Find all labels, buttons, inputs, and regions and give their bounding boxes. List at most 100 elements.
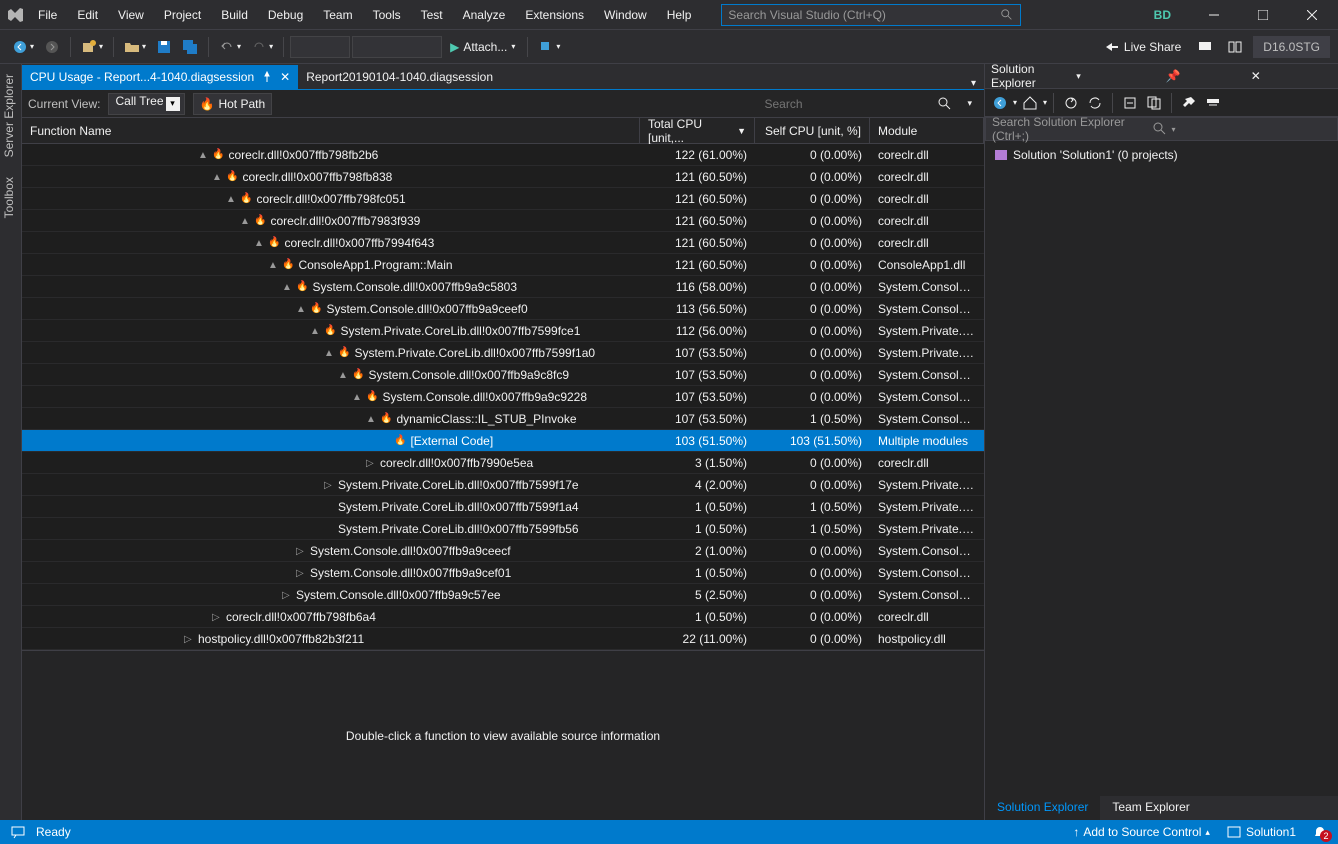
header-self-cpu[interactable]: Self CPU [unit, %]	[755, 118, 870, 143]
add-source-control-button[interactable]: ↑ Add to Source Control ▴	[1073, 825, 1210, 839]
feedback-button[interactable]	[1193, 35, 1217, 59]
feedback-icon[interactable]	[10, 824, 26, 840]
tab-team-explorer[interactable]: Team Explorer	[1100, 796, 1201, 820]
expand-icon[interactable]: ▷	[296, 568, 306, 578]
header-total-cpu[interactable]: Total CPU [unit,...▼	[640, 118, 755, 143]
view-selector[interactable]: Call Tree ▾	[108, 93, 184, 115]
notifications-button[interactable]: 2	[1312, 824, 1328, 840]
open-file-button[interactable]: ▾	[120, 35, 150, 59]
call-tree-row[interactable]: System.Private.CoreLib.dll!0x007ffb7599f…	[22, 518, 984, 540]
collapse-icon[interactable]: ▲	[324, 348, 334, 358]
user-badge[interactable]: BD	[1138, 8, 1187, 22]
tab-cpu-usage[interactable]: CPU Usage - Report...4-1040.diagsession …	[22, 65, 298, 89]
minimize-button[interactable]	[1191, 1, 1236, 29]
side-tab-toolbox[interactable]: Toolbox	[0, 167, 21, 228]
menu-test[interactable]: Test	[411, 4, 453, 26]
call-tree-row[interactable]: ▷System.Console.dll!0x007ffb9a9ceecf2 (1…	[22, 540, 984, 562]
call-tree-row[interactable]: ▷System.Console.dll!0x007ffb9a9c57ee5 (2…	[22, 584, 984, 606]
platform-dropdown[interactable]	[352, 36, 442, 58]
call-tree-row[interactable]: ▷coreclr.dll!0x007ffb7990e5ea3 (1.50%)0 …	[22, 452, 984, 474]
call-tree-row[interactable]: ▷System.Console.dll!0x007ffb9a9cef011 (0…	[22, 562, 984, 584]
tab-report[interactable]: Report20190104-1040.diagsession	[298, 65, 501, 89]
forward-button[interactable]	[40, 35, 64, 59]
save-button[interactable]	[152, 35, 176, 59]
call-tree-row[interactable]: ▲🔥dynamicClass::IL_STUB_PInvoke107 (53.5…	[22, 408, 984, 430]
search-icon[interactable]	[937, 96, 953, 112]
call-tree-row[interactable]: ▷coreclr.dll!0x007ffb798fb6a41 (0.50%)0 …	[22, 606, 984, 628]
search-dropdown-icon[interactable]: ▾	[967, 98, 972, 109]
tree-search-input[interactable]	[758, 93, 923, 115]
maximize-button[interactable]	[1240, 1, 1285, 29]
call-tree-row[interactable]: System.Private.CoreLib.dll!0x007ffb7599f…	[22, 496, 984, 518]
call-tree-row[interactable]: ▲🔥System.Private.CoreLib.dll!0x007ffb759…	[22, 320, 984, 342]
call-tree-row[interactable]: ▲🔥System.Console.dll!0x007ffb9a9c5803116…	[22, 276, 984, 298]
menu-debug[interactable]: Debug	[258, 4, 313, 26]
close-button[interactable]	[1289, 1, 1334, 29]
collapse-icon[interactable]: ▲	[268, 260, 278, 270]
pin-icon[interactable]: 📌	[1166, 69, 1247, 83]
tab-solution-explorer[interactable]: Solution Explorer	[985, 796, 1100, 820]
expand-icon[interactable]: ▷	[324, 480, 334, 490]
menu-edit[interactable]: Edit	[67, 4, 108, 26]
collapse-all-button[interactable]	[1119, 92, 1141, 114]
collapse-icon[interactable]: ▲	[282, 282, 292, 292]
call-tree-row[interactable]: ▲🔥System.Console.dll!0x007ffb9a9c8fc9107…	[22, 364, 984, 386]
refresh-button[interactable]	[1084, 92, 1106, 114]
back-button[interactable]: ▾	[8, 35, 38, 59]
config-dropdown[interactable]	[290, 36, 350, 58]
save-all-button[interactable]	[178, 35, 202, 59]
menu-window[interactable]: Window	[594, 4, 657, 26]
collapse-icon[interactable]: ▲	[296, 304, 306, 314]
call-tree-row[interactable]: ▲🔥coreclr.dll!0x007ffb798fb838121 (60.50…	[22, 166, 984, 188]
expand-icon[interactable]: ▷	[296, 546, 306, 556]
collapse-icon[interactable]: ▲	[338, 370, 348, 380]
show-all-files-button[interactable]	[1143, 92, 1165, 114]
menu-file[interactable]: File	[28, 4, 67, 26]
solution-root[interactable]: Solution 'Solution1' (0 projects)	[989, 145, 1334, 165]
collapse-icon[interactable]: ▲	[240, 216, 250, 226]
call-tree-row[interactable]: ▷System.Private.CoreLib.dll!0x007ffb7599…	[22, 474, 984, 496]
expand-icon[interactable]: ▷	[282, 590, 292, 600]
status-solution-button[interactable]: Solution1	[1226, 824, 1296, 840]
home-button[interactable]	[1019, 92, 1041, 114]
expand-icon[interactable]: ▷	[212, 612, 222, 622]
header-module[interactable]: Module	[870, 118, 984, 143]
call-tree-row[interactable]: ▲🔥System.Console.dll!0x007ffb9a9ceef0113…	[22, 298, 984, 320]
call-tree-row[interactable]: ▲🔥coreclr.dll!0x007ffb798fb2b6122 (61.00…	[22, 144, 984, 166]
panel-dropdown-icon[interactable]: ▾	[1076, 71, 1157, 82]
collapse-icon[interactable]: ▲	[366, 414, 376, 424]
title-search-box[interactable]: Search Visual Studio (Ctrl+Q)	[721, 4, 1021, 26]
expand-icon[interactable]: ▷	[184, 634, 194, 644]
call-tree-row[interactable]: ▲🔥coreclr.dll!0x007ffb7983f939121 (60.50…	[22, 210, 984, 232]
collapse-icon[interactable]: ▲	[254, 238, 264, 248]
menu-team[interactable]: Team	[313, 4, 362, 26]
step-button[interactable]: ▾	[534, 35, 564, 59]
menu-extensions[interactable]: Extensions	[515, 4, 594, 26]
menu-view[interactable]: View	[108, 4, 154, 26]
tab-close-icon[interactable]: ✕	[280, 70, 290, 84]
call-tree-row[interactable]: ▲🔥ConsoleApp1.Program::Main121 (60.50%)0…	[22, 254, 984, 276]
menu-help[interactable]: Help	[657, 4, 702, 26]
solution-tree[interactable]: Solution 'Solution1' (0 projects)	[985, 141, 1338, 796]
panel-close-icon[interactable]: ✕	[1251, 69, 1332, 83]
call-tree-row[interactable]: ▲🔥coreclr.dll!0x007ffb798fc051121 (60.50…	[22, 188, 984, 210]
menu-tools[interactable]: Tools	[363, 4, 411, 26]
new-project-button[interactable]: ▾	[77, 35, 107, 59]
call-tree-row[interactable]: ▲🔥coreclr.dll!0x007ffb7994f643121 (60.50…	[22, 232, 984, 254]
menu-project[interactable]: Project	[154, 4, 211, 26]
redo-button[interactable]: ▾	[247, 35, 277, 59]
collapse-icon[interactable]: ▲	[212, 172, 222, 182]
properties-button[interactable]	[1178, 92, 1200, 114]
call-tree-row[interactable]: ▲🔥System.Console.dll!0x007ffb9a9c9228107…	[22, 386, 984, 408]
call-tree-body[interactable]: ▲🔥coreclr.dll!0x007ffb798fb2b6122 (61.00…	[22, 144, 984, 650]
undo-button[interactable]: ▾	[215, 35, 245, 59]
preview-button[interactable]	[1202, 92, 1224, 114]
collapse-icon[interactable]: ▲	[198, 150, 208, 160]
call-tree-row[interactable]: 🔥[External Code]103 (51.50%)103 (51.50%)…	[22, 430, 984, 452]
attach-debugger-button[interactable]: ▶ Attach... ▾	[444, 35, 521, 59]
call-tree-row[interactable]: ▷hostpolicy.dll!0x007ffb82b3f21122 (11.0…	[22, 628, 984, 650]
back-button[interactable]	[989, 92, 1011, 114]
menu-analyze[interactable]: Analyze	[453, 4, 516, 26]
collapse-icon[interactable]: ▲	[352, 392, 362, 402]
menu-build[interactable]: Build	[211, 4, 258, 26]
